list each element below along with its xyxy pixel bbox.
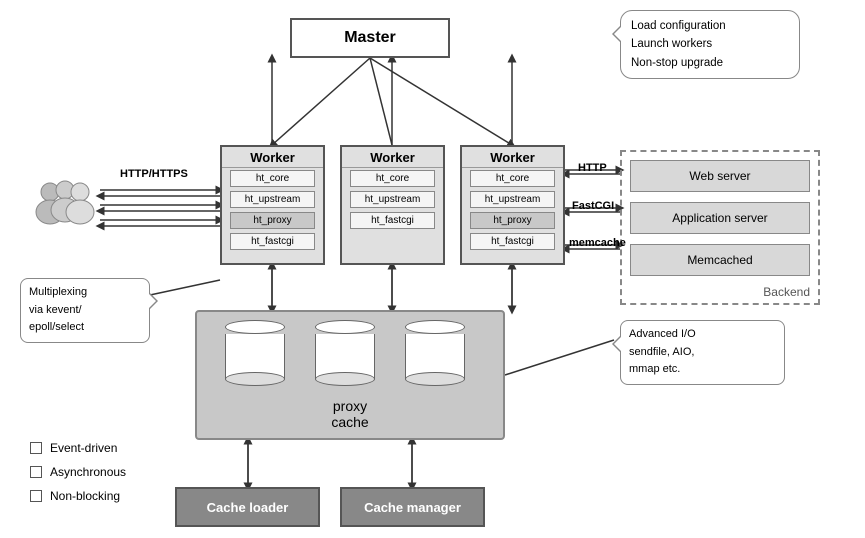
cache-manager-label: Cache manager xyxy=(364,500,461,515)
drum3-top xyxy=(405,320,465,334)
legend: Event-driven Asynchronous Non-blocking xyxy=(30,436,126,508)
cl-line1: Multiplexing xyxy=(29,286,87,298)
web-server-box: Web server xyxy=(630,160,810,192)
cache-loader-box: Cache loader xyxy=(175,487,320,527)
cr-line2: sendfile, AIO, xyxy=(629,346,694,358)
proxy-cache-label: proxycache xyxy=(197,398,503,430)
cl-line2: via kevent/ xyxy=(29,304,82,316)
master-box: Master xyxy=(290,18,450,58)
w3-m2: ht_upstream xyxy=(470,191,556,208)
drum1-bottom xyxy=(225,372,285,386)
callout-master-line1: Load configuration xyxy=(631,17,789,35)
app-server-box: Application server xyxy=(630,202,810,234)
w3-m4: ht_fastcgi xyxy=(470,233,556,250)
drum-1 xyxy=(225,320,285,386)
app-server-label: Application server xyxy=(672,211,767,225)
w3-m3: ht_proxy xyxy=(470,212,556,229)
callout-left: Multiplexing via kevent/ epoll/select xyxy=(20,278,150,343)
legend-item-2: Asynchronous xyxy=(30,460,126,484)
w1-m4: ht_fastcgi xyxy=(230,233,316,250)
callout-master-line2: Launch workers xyxy=(631,35,789,53)
worker2-title: Worker xyxy=(342,147,443,168)
worker1-title: Worker xyxy=(222,147,323,168)
w3-m1: ht_core xyxy=(470,170,556,187)
callout-master: Load configuration Launch workers Non-st… xyxy=(620,10,800,79)
drum3-bottom xyxy=(405,372,465,386)
users-icon xyxy=(30,178,100,238)
web-server-label: Web server xyxy=(689,169,750,183)
memcached-box: Memcached xyxy=(630,244,810,276)
worker3-title: Worker xyxy=(462,147,563,168)
memcached-label: Memcached xyxy=(687,253,752,267)
worker-box-3: Worker ht_core ht_upstream ht_proxy ht_f… xyxy=(460,145,565,265)
drum-2 xyxy=(315,320,375,386)
callout-master-line3: Non-stop upgrade xyxy=(631,54,789,72)
w1-m2: ht_upstream xyxy=(230,191,316,208)
legend-box-1 xyxy=(30,442,42,454)
w2-m3: ht_fastcgi xyxy=(350,212,436,229)
http-https-label: HTTP/HTTPS xyxy=(120,168,188,180)
legend-box-2 xyxy=(30,466,42,478)
proxy-cache-area: proxycache xyxy=(195,310,505,440)
legend-label-2: Asynchronous xyxy=(50,460,126,484)
worker-box-2: Worker ht_core ht_upstream ht_fastcgi xyxy=(340,145,445,265)
diagram: Master Load configuration Launch workers… xyxy=(0,0,865,538)
cache-loader-label: Cache loader xyxy=(207,500,289,515)
w2-m1: ht_core xyxy=(350,170,436,187)
callout-right: Advanced I/O sendfile, AIO, mmap etc. xyxy=(620,320,785,385)
master-label: Master xyxy=(344,29,396,47)
drum2-bottom xyxy=(315,372,375,386)
w1-m3: ht_proxy xyxy=(230,212,316,229)
legend-label-3: Non-blocking xyxy=(50,484,120,508)
fastcgi-label: FastCGI xyxy=(572,200,614,212)
cache-manager-box: Cache manager xyxy=(340,487,485,527)
backend-label: Backend xyxy=(763,285,810,299)
cr-line1: Advanced I/O xyxy=(629,328,696,340)
w1-m1: ht_core xyxy=(230,170,316,187)
legend-item-3: Non-blocking xyxy=(30,484,126,508)
http-label: HTTP xyxy=(578,162,607,174)
backend-box: Web server Application server Memcached … xyxy=(620,150,820,305)
legend-item-1: Event-driven xyxy=(30,436,126,460)
memcache-label: memcache xyxy=(569,237,626,249)
cl-line3: epoll/select xyxy=(29,321,84,333)
cr-line3: mmap etc. xyxy=(629,363,680,375)
drum2-top xyxy=(315,320,375,334)
drum1-top xyxy=(225,320,285,334)
worker-box-1: Worker ht_core ht_upstream ht_proxy ht_f… xyxy=(220,145,325,265)
legend-box-3 xyxy=(30,490,42,502)
legend-label-1: Event-driven xyxy=(50,436,117,460)
w2-m2: ht_upstream xyxy=(350,191,436,208)
drum-3 xyxy=(405,320,465,386)
